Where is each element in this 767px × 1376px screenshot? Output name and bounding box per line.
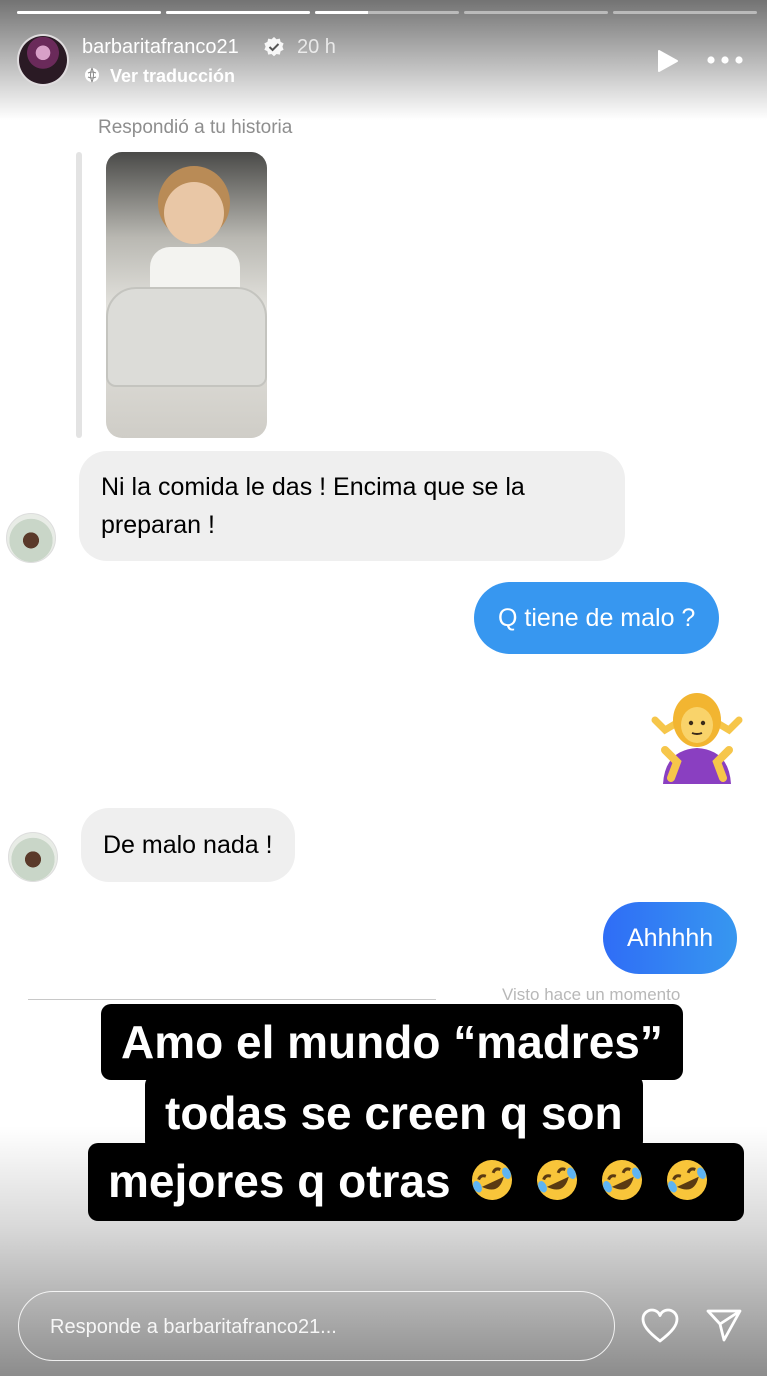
message-text-line1: Ni la comida le das ! Encima que se la: [101, 473, 525, 501]
sender-avatar: [8, 832, 58, 882]
replied-to-story-label: Respondió a tu historia: [98, 117, 293, 138]
post-time: 20 h: [297, 36, 336, 58]
play-icon[interactable]: [654, 48, 680, 74]
see-translation-link[interactable]: Ver traducción: [110, 66, 235, 87]
message-bubble-outgoing: Ahhhhh: [603, 902, 738, 974]
laughing-emoji-icon: [601, 1160, 642, 1200]
reply-quote-line: [76, 152, 82, 438]
story-thumbnail[interactable]: [106, 152, 267, 438]
profile-avatar[interactable]: [17, 34, 69, 86]
progress-segment: [464, 11, 608, 14]
verified-badge-icon: [264, 37, 284, 57]
story-progress-bar: [17, 11, 757, 14]
screenshot-edge: [28, 999, 436, 1000]
laughing-emoji-icon: [472, 1160, 513, 1200]
thumb-high-chair: [106, 287, 267, 387]
laughing-emoji-icon: [666, 1160, 707, 1200]
progress-segment: [613, 11, 757, 14]
caption-line-1: Amo el mundo “madres”: [101, 1004, 683, 1080]
caption-line-3-text: mejores q otras: [108, 1155, 451, 1207]
story-viewer: Respondió a tu historia Ni la comida le …: [0, 0, 767, 1376]
caption-line-3: mejores q otras: [88, 1143, 744, 1221]
top-gradient: [0, 0, 767, 120]
caption-line-2: todas se creen q son: [145, 1075, 643, 1151]
woman-shrugging-emoji: [651, 693, 743, 784]
more-options-icon[interactable]: [706, 52, 744, 68]
message-text-line2: preparan !: [101, 511, 215, 539]
progress-segment: [17, 11, 161, 14]
send-icon[interactable]: [705, 1307, 743, 1343]
seen-status: Visto hace un momento: [502, 985, 681, 1004]
reply-input-placeholder: Responde a barbaritafranco21...: [50, 1316, 337, 1338]
laughing-emoji-icon: [537, 1160, 578, 1200]
progress-segment-current: [315, 11, 459, 14]
translate-globe-icon: [85, 67, 99, 83]
sender-avatar: [6, 513, 56, 563]
progress-segment: [166, 11, 310, 14]
heart-icon[interactable]: [641, 1308, 679, 1344]
message-bubble-incoming: De malo nada !: [81, 808, 295, 882]
thumb-child-head: [164, 182, 224, 244]
message-bubble-outgoing: Q tiene de malo ?: [474, 582, 720, 654]
message-bubble-incoming: Ni la comida le das ! Encima que se la p…: [79, 451, 625, 561]
username[interactable]: barbaritafranco21: [82, 36, 239, 59]
